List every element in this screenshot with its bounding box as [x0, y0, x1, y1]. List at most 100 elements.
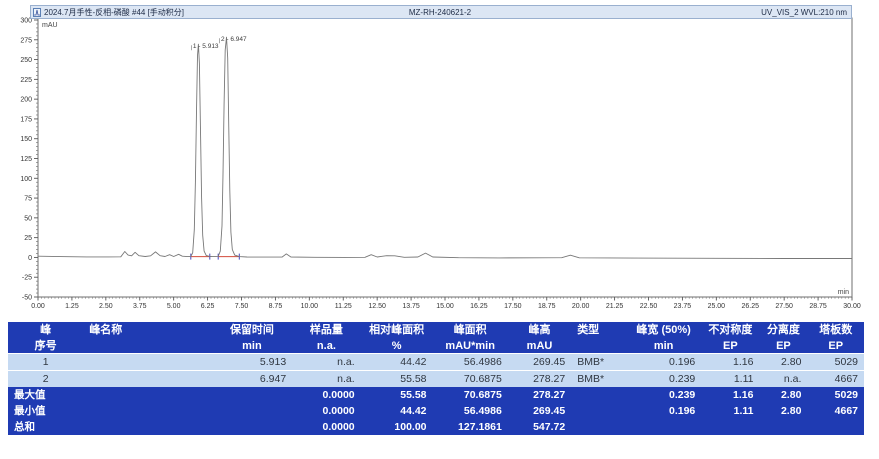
cell [571, 403, 626, 419]
chart-title-group: 2024.7月手性-反相-磷酸 #44 [手动积分] [31, 7, 304, 18]
summary-row: 总和 0.0000100.00127.1861547.72 [8, 419, 864, 435]
cell: n.a. [292, 371, 360, 388]
cell: 2.80 [759, 387, 807, 403]
table-header: 峰峰名称保留时间样品量相对峰面积峰面积峰高类型峰宽 (50%)不对称度分离度塔板… [8, 322, 864, 354]
table-body: 15.913n.a.44.4256.4986269.45BMB*0.1961.1… [8, 354, 864, 388]
column-header: 塔板数 [807, 322, 864, 338]
y-tick-label: 200 [20, 97, 32, 104]
cell: 1.11 [701, 371, 759, 388]
cell: 278.27 [508, 371, 571, 388]
cell: 44.42 [361, 403, 433, 419]
chromatography-report-window: 2024.7月手性-反相-磷酸 #44 [手动积分] MZ-RH-240621-… [0, 0, 879, 459]
column-unit: mAU [508, 338, 571, 354]
cell [212, 419, 292, 435]
x-tick-label: 25.00 [708, 303, 726, 310]
cell: 127.1861 [433, 419, 508, 435]
x-tick-label: 3.75 [133, 303, 147, 310]
cell [571, 419, 626, 435]
summary-label: 最大值 [8, 387, 212, 403]
chromatogram-plot[interactable]: 3002752502252001751501251007550250-25-50… [0, 0, 879, 318]
cell: 6.947 [212, 371, 292, 388]
x-tick-label: 30.00 [843, 303, 861, 310]
injection-title: 2024.7月手性-反相-磷酸 #44 [手动积分] [44, 7, 184, 18]
cell: 0.196 [626, 403, 701, 419]
column-header: 相对峰面积 [361, 322, 433, 338]
peak-label: 2 - 6.947 [221, 36, 247, 43]
cell: 269.45 [508, 354, 571, 371]
chromatogram-icon [33, 8, 41, 17]
column-unit: mAU*min [433, 338, 508, 354]
cell: 100.00 [361, 419, 433, 435]
column-unit: % [361, 338, 433, 354]
x-tick-label: 8.75 [269, 303, 283, 310]
cell: 55.58 [361, 371, 433, 388]
x-tick-label: 18.75 [538, 303, 556, 310]
peak-row[interactable]: 26.947n.a.55.5870.6875278.27BMB*0.2391.1… [8, 371, 864, 388]
chart-header-strip: 2024.7月手性-反相-磷酸 #44 [手动积分] MZ-RH-240621-… [30, 5, 852, 19]
column-header: 分离度 [759, 322, 807, 338]
y-tick-label: 250 [20, 57, 32, 64]
integration-results-table: 峰峰名称保留时间样品量相对峰面积峰面积峰高类型峰宽 (50%)不对称度分离度塔板… [8, 322, 864, 435]
detector-channel: UV_VIS_2 WVL:210 nm [576, 8, 851, 17]
integration-results-panel: 峰峰名称保留时间样品量相对峰面积峰面积峰高类型峰宽 (50%)不对称度分离度塔板… [8, 322, 864, 435]
cell [212, 387, 292, 403]
cell: 5029 [807, 387, 864, 403]
cell: 2.80 [759, 403, 807, 419]
x-tick-label: 27.50 [775, 303, 793, 310]
x-tick-label: 0.00 [31, 303, 45, 310]
column-unit: EP [807, 338, 864, 354]
column-header: 峰宽 (50%) [626, 322, 701, 338]
y-tick-label: 100 [20, 176, 32, 183]
peak-row[interactable]: 15.913n.a.44.4256.4986269.45BMB*0.1961.1… [8, 354, 864, 371]
cell [626, 419, 701, 435]
column-header: 峰高 [508, 322, 571, 338]
cell: 0.0000 [292, 387, 360, 403]
cell: 278.27 [508, 387, 571, 403]
x-tick-label: 12.50 [368, 303, 386, 310]
cell [571, 387, 626, 403]
cell: 4667 [807, 371, 864, 388]
cell: 547.72 [508, 419, 571, 435]
summary-row: 最大值0.000055.5870.6875278.270.2391.162.80… [8, 387, 864, 403]
cell [83, 354, 211, 371]
cell: 55.58 [361, 387, 433, 403]
cell: n.a. [759, 371, 807, 388]
y-tick-label: 0 [28, 255, 32, 262]
y-tick-label: 25 [24, 235, 32, 242]
column-unit [571, 338, 626, 354]
column-header: 不对称度 [701, 322, 759, 338]
cell: 44.42 [361, 354, 433, 371]
x-tick-label: 26.25 [741, 303, 759, 310]
chromatogram-panel: 2024.7月手性-反相-磷酸 #44 [手动积分] MZ-RH-240621-… [0, 0, 879, 318]
x-tick-label: 1.25 [65, 303, 79, 310]
x-tick-label: 6.25 [201, 303, 215, 310]
x-tick-label: 2.50 [99, 303, 113, 310]
column-unit: n.a. [292, 338, 360, 354]
x-tick-label: 7.50 [235, 303, 249, 310]
y-tick-label: 75 [24, 196, 32, 203]
y-tick-label: -50 [22, 295, 32, 302]
table-summary: 最大值0.000055.5870.6875278.270.2391.162.80… [8, 387, 864, 435]
column-unit [83, 338, 211, 354]
cell: BMB* [571, 371, 626, 388]
cell: 0.0000 [292, 419, 360, 435]
cell: 2.80 [759, 354, 807, 371]
cell [701, 419, 759, 435]
column-unit: EP [701, 338, 759, 354]
cell [759, 419, 807, 435]
cell [807, 419, 864, 435]
summary-label: 总和 [8, 419, 212, 435]
y-tick-label: 150 [20, 136, 32, 143]
y-tick-label: 225 [20, 77, 32, 84]
cell: 269.45 [508, 403, 571, 419]
y-tick-label: 50 [24, 215, 32, 222]
summary-label: 最小值 [8, 403, 212, 419]
column-header: 峰名称 [83, 322, 211, 338]
column-header: 保留时间 [212, 322, 292, 338]
cell: 1 [8, 354, 83, 371]
y-tick-label: 175 [20, 116, 32, 123]
y-tick-label: 275 [20, 37, 32, 44]
column-header: 峰面积 [433, 322, 508, 338]
cell: 5029 [807, 354, 864, 371]
y-tick-label: 125 [20, 156, 32, 163]
